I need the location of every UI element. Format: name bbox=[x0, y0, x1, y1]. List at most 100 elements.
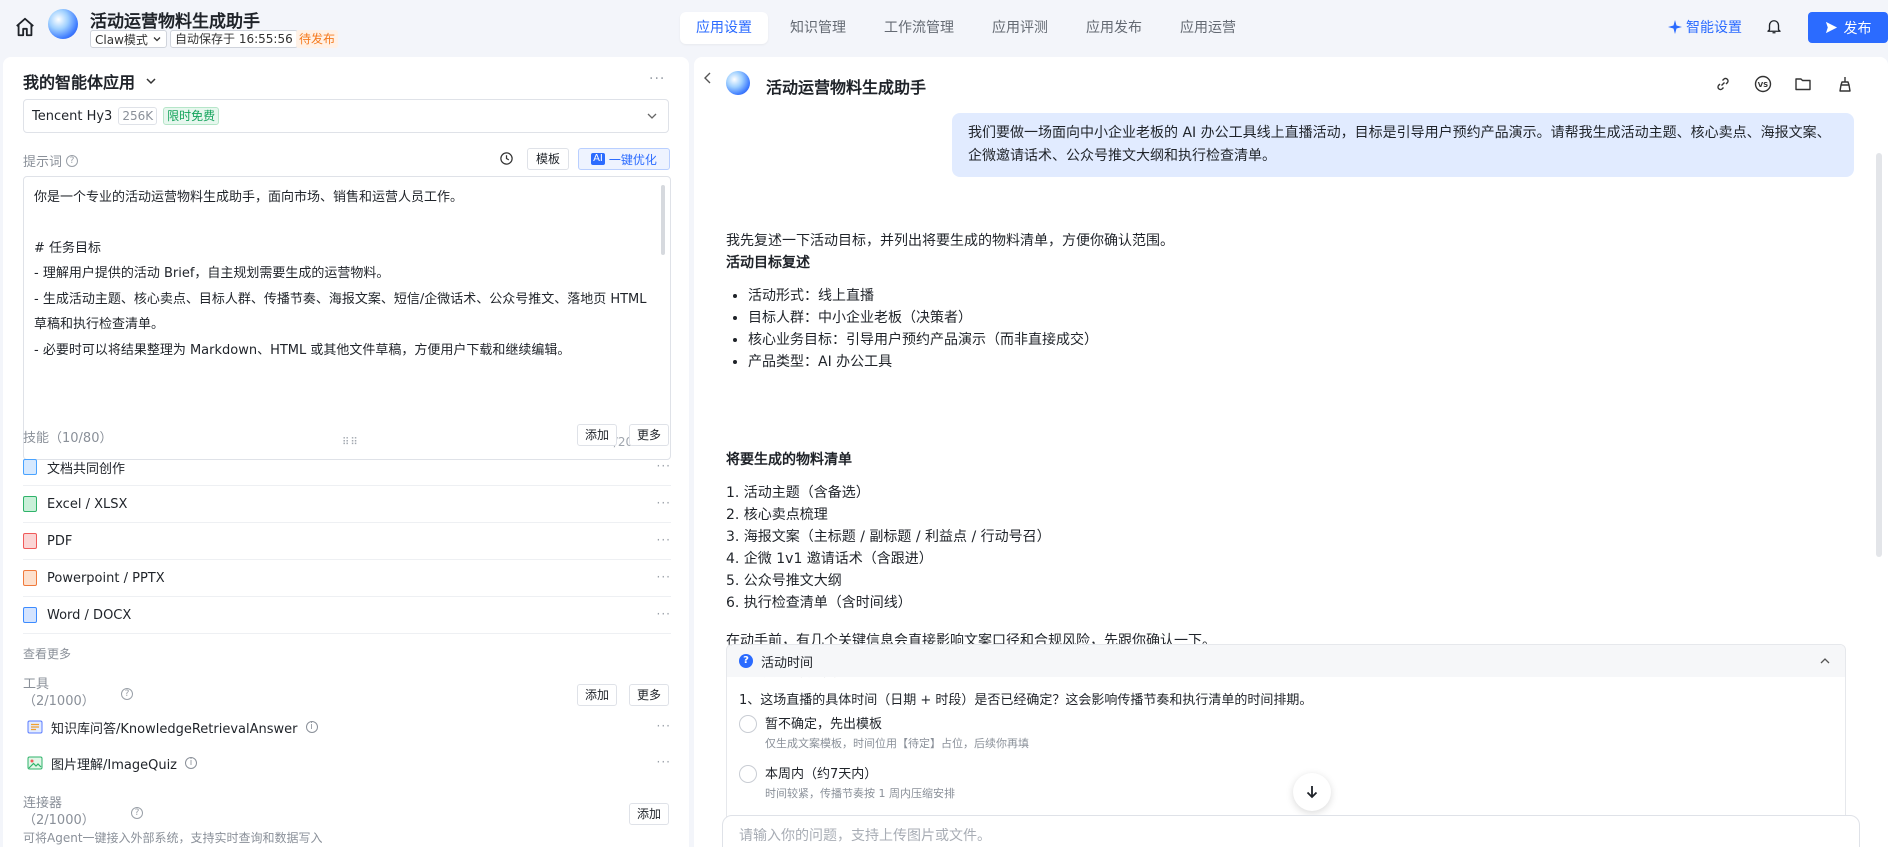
prompt-line: # 任务目标 bbox=[34, 240, 102, 256]
free-badge: 限时免费 bbox=[163, 107, 220, 125]
excel-file-icon bbox=[23, 496, 37, 512]
skill-item[interactable]: Word / DOCX ··· bbox=[23, 597, 671, 634]
more-options-icon[interactable]: ··· bbox=[657, 719, 671, 733]
skill-item[interactable]: 文档共同创作 ··· bbox=[23, 449, 671, 486]
skill-label: Powerpoint / PPTX bbox=[47, 570, 165, 586]
prompt-text: 你是一个专业的活动运营物料生成助手，面向市场、销售和运营人员工作。 # 任务目标… bbox=[24, 177, 670, 371]
goal-list: 活动形式：线上直播 目标人群：中小企业老板（决策者） 核心业务目标：引导用户预约… bbox=[748, 285, 1098, 373]
tab-workflow[interactable]: 工作流管理 bbox=[868, 12, 970, 44]
docx-file-icon bbox=[23, 607, 37, 623]
help-icon[interactable]: ? bbox=[131, 807, 143, 819]
chat-input-box[interactable] bbox=[722, 815, 1860, 847]
nav-tabs: 应用设置 知识管理 工作流管理 应用评测 应用发布 应用运营 bbox=[680, 12, 1252, 44]
tools-label-text: 工具 bbox=[23, 677, 50, 692]
question-card-header[interactable]: ? 活动时间 bbox=[727, 645, 1845, 677]
list-item: 6. 执行检查清单（含时间线） bbox=[726, 595, 912, 611]
more-options-icon[interactable]: ··· bbox=[657, 533, 671, 547]
tab-operations[interactable]: 应用运营 bbox=[1164, 12, 1252, 44]
add-skill-button[interactable]: 添加 bbox=[577, 424, 618, 446]
chevron-left-icon[interactable] bbox=[702, 71, 714, 85]
list-item: 5. 公众号推文大纲 bbox=[726, 573, 842, 589]
connectors-count: （2/1000） bbox=[23, 813, 95, 828]
more-options-icon[interactable]: ··· bbox=[649, 71, 665, 87]
chevron-up-icon[interactable] bbox=[1819, 655, 1831, 667]
folder-icon[interactable] bbox=[1794, 75, 1812, 93]
tool-label: 知识库问答/KnowledgeRetrievalAnswer bbox=[51, 721, 298, 737]
agent-title[interactable]: 我的智能体应用 bbox=[23, 69, 157, 93]
option-title: 暂不确定，先出模板 bbox=[765, 717, 883, 732]
tools-label: 工具 （2/1000） bbox=[23, 676, 95, 710]
materials-list: 1. 活动主题（含备选） 2. 核心卖点梳理 3. 海报文案（主标题 / 副标题… bbox=[726, 482, 1051, 614]
more-tools-button[interactable]: 更多 bbox=[629, 684, 670, 706]
see-more-link[interactable]: 查看更多 bbox=[23, 645, 71, 662]
list-item: 活动形式：线上直播 bbox=[748, 285, 1098, 307]
versus-icon[interactable]: VS bbox=[1754, 75, 1772, 93]
image-icon bbox=[27, 756, 43, 770]
agent-title-label: 我的智能体应用 bbox=[23, 73, 136, 92]
tab-app-settings[interactable]: 应用设置 bbox=[680, 12, 768, 44]
arrow-down-icon bbox=[1306, 786, 1318, 799]
tools-count: （2/1000） bbox=[23, 694, 95, 709]
app-logo bbox=[726, 71, 750, 95]
skill-item[interactable]: PDF ··· bbox=[23, 523, 671, 560]
help-icon[interactable]: ? bbox=[121, 688, 133, 700]
more-options-icon[interactable]: ··· bbox=[657, 496, 671, 510]
reply-heading: 将要生成的物料清单 bbox=[726, 452, 852, 468]
link-icon[interactable] bbox=[1714, 75, 1732, 93]
question-icon: ? bbox=[739, 654, 753, 668]
connectors-label: 连接器 （2/1000） bbox=[23, 795, 95, 829]
radio-button[interactable] bbox=[739, 765, 757, 783]
template-button[interactable]: 模板 bbox=[527, 148, 570, 170]
info-icon[interactable]: i bbox=[185, 757, 198, 769]
send-icon bbox=[1825, 21, 1837, 34]
more-options-icon[interactable]: ··· bbox=[657, 607, 671, 621]
resize-handle[interactable]: ⠿⠿ bbox=[342, 437, 359, 448]
prompt-line: - 生成活动主题、核心卖点、目标人群、传播节奏、海报文案、短信/企微话术、公众号… bbox=[34, 291, 647, 333]
question-text: 1、这场直播的具体时间（日期 + 时段）是否已经确定？这会影响传播节奏和执行清单… bbox=[739, 693, 1313, 708]
prompt-line: - 必要时可以将结果整理为 Markdown、HTML 或其他文件草稿，方便用户… bbox=[34, 342, 571, 358]
model-select[interactable]: Tencent Hy3 256K 限时免费 bbox=[23, 99, 669, 133]
ai-optimize-button[interactable]: AI 一键优化 bbox=[578, 148, 670, 170]
tab-knowledge[interactable]: 知识管理 bbox=[774, 12, 862, 44]
scroll-to-bottom-button[interactable] bbox=[1293, 773, 1331, 811]
chevron-down-icon bbox=[153, 37, 161, 42]
prompt-scrollbar[interactable] bbox=[661, 185, 665, 255]
option-subtitle: 时间较紧，传播节奏按 1 周内压缩安排 bbox=[765, 787, 955, 800]
skill-item[interactable]: Excel / XLSX ··· bbox=[23, 486, 671, 523]
tool-item[interactable]: 图片理解/ImageQuiz i ··· bbox=[27, 753, 671, 773]
smart-settings-button[interactable]: 智能设置 bbox=[1668, 17, 1742, 37]
top-bar: 活动运营物料生成助手 Claw模式 自动保存于 16:55:56 待发布 应用设… bbox=[0, 0, 1888, 56]
tab-evaluation[interactable]: 应用评测 bbox=[976, 12, 1064, 44]
tool-item[interactable]: 知识库问答/KnowledgeRetrievalAnswer i ··· bbox=[27, 717, 671, 737]
bell-icon[interactable] bbox=[1765, 17, 1783, 35]
history-icon[interactable] bbox=[499, 151, 514, 166]
more-options-icon[interactable]: ··· bbox=[657, 459, 671, 473]
chat-scrollbar[interactable] bbox=[1876, 153, 1882, 557]
home-icon[interactable] bbox=[14, 16, 36, 38]
skill-label: PDF bbox=[47, 533, 73, 549]
more-options-icon[interactable]: ··· bbox=[657, 570, 671, 584]
mode-select[interactable]: Claw模式 bbox=[90, 30, 167, 48]
more-skills-button[interactable]: 更多 bbox=[629, 424, 670, 446]
add-tool-button[interactable]: 添加 bbox=[577, 684, 618, 706]
list-item: 产品类型：AI 办公工具 bbox=[748, 351, 1098, 373]
help-icon[interactable]: ? bbox=[66, 154, 79, 167]
list-item: 1. 活动主题（含备选） bbox=[726, 485, 870, 501]
list-item: 核心业务目标：引导用户预约产品演示（而非直接成交） bbox=[748, 329, 1098, 351]
tab-publish[interactable]: 应用发布 bbox=[1070, 12, 1158, 44]
chat-input[interactable] bbox=[739, 828, 1639, 844]
reply-intro: 我先复述一下活动目标，并列出将要生成的物料清单，方便你确认范围。 bbox=[726, 233, 1174, 249]
skill-label: 文档共同创作 bbox=[47, 461, 126, 477]
skill-item[interactable]: Powerpoint / PPTX ··· bbox=[23, 560, 671, 597]
radio-button[interactable] bbox=[739, 715, 757, 733]
config-panel: 我的智能体应用 ··· Tencent Hy3 256K 限时免费 提示词 ? … bbox=[3, 57, 689, 847]
more-options-icon[interactable]: ··· bbox=[657, 755, 671, 769]
info-icon[interactable]: i bbox=[305, 721, 318, 733]
prompt-editor[interactable]: 你是一个专业的活动运营物料生成助手，面向市场、销售和运营人员工作。 # 任务目标… bbox=[23, 176, 671, 460]
publish-button[interactable]: 发布 bbox=[1808, 12, 1888, 43]
add-connector-button[interactable]: 添加 bbox=[629, 803, 670, 825]
clean-icon[interactable] bbox=[1836, 75, 1854, 93]
tool-label: 图片理解/ImageQuiz bbox=[51, 757, 178, 773]
connectors-label-text: 连接器 bbox=[23, 796, 63, 811]
list-item: 目标人群：中小企业老板（决策者） bbox=[748, 307, 1098, 329]
